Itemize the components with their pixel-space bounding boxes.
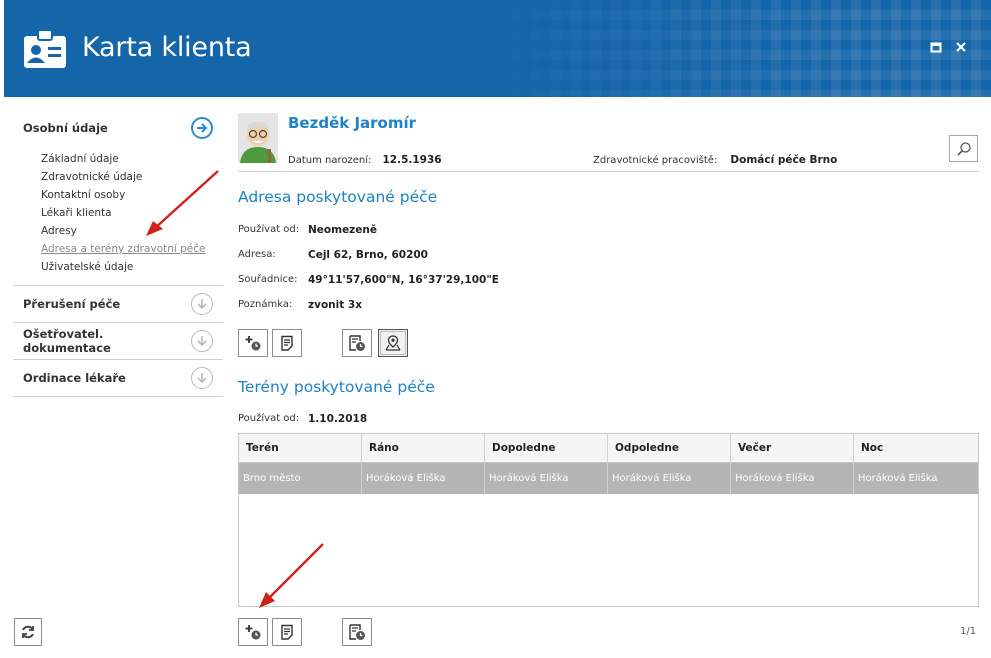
arrow-down-icon[interactable] [191, 330, 213, 352]
workplace-value: Domácí péče Brno [730, 154, 838, 166]
dob-label: Datum narození: [288, 155, 372, 166]
field-value-address: Cejl 62, Brno, 60200 [308, 249, 428, 261]
terrain-valid-from-value: 1.10.2018 [308, 413, 368, 425]
refresh-icon [22, 625, 34, 639]
search-icon [956, 141, 971, 156]
terrain-valid-from-label: Používat od: [238, 413, 300, 424]
document-icon [281, 624, 293, 640]
close-icon[interactable] [954, 41, 968, 55]
table-header: Terén Ráno Dopoledne Odpoledne Večer Noc [239, 434, 978, 463]
section-preruseni-pece: Přerušení péče [13, 286, 223, 323]
field-value-note: zvonit 3x [308, 299, 362, 311]
field-value-coordinates: 49°11'57,600"N, 16°37'29,100"E [308, 274, 499, 286]
section-header-osetrovatel-dokumentace[interactable]: Ošetřovatel. dokumentace [13, 323, 223, 359]
client-avatar [238, 113, 278, 163]
field-label: Používat od: [238, 224, 300, 235]
map-pin-icon [385, 335, 401, 351]
arrow-down-icon[interactable] [191, 293, 213, 315]
table-cell: Horáková Eliška [858, 473, 938, 484]
sidebar-item-uzivatelske-udaje[interactable]: Uživatelské údaje [41, 258, 223, 276]
terrain-history-button[interactable] [342, 618, 372, 646]
section-osobni-udaje: Osobní údaje Základní údaje Zdravotnické… [13, 110, 223, 286]
field-label: Souřadnice: [238, 274, 298, 285]
sidebar-item-zdravotnicke-udaje[interactable]: Zdravotnické údaje [41, 168, 223, 186]
sidebar: Osobní údaje Základní údaje Zdravotnické… [13, 110, 223, 397]
client-name: Bezděk Jaromír [288, 114, 417, 132]
section-items: Základní údaje Zdravotnické údaje Kontak… [13, 146, 223, 285]
table-cell: Horáková Eliška [731, 463, 854, 494]
window-title: Karta klienta [82, 32, 252, 63]
section-label: Ošetřovatel. dokumentace [23, 327, 111, 355]
address-history-button[interactable] [342, 329, 372, 357]
add-address-button[interactable] [238, 329, 268, 357]
field-label: Adresa: [238, 249, 276, 260]
edit-terrain-button[interactable] [272, 618, 302, 646]
section-label: Osobní údaje [23, 121, 108, 135]
section-ordinace-lekare: Ordinace lékaře [13, 360, 223, 397]
sidebar-item-lekari-klienta[interactable]: Lékaři klienta [41, 204, 223, 222]
field-label: Poznámka: [238, 299, 293, 310]
table-cell: Horáková Eliška [362, 463, 485, 494]
section-label: Přerušení péče [23, 297, 121, 311]
add-clock-icon [245, 336, 261, 351]
column-header-vecer[interactable]: Večer [731, 434, 854, 463]
table-cell: Horáková Eliška [608, 463, 731, 494]
history-document-icon [349, 335, 365, 351]
table-cell: Brno město [239, 463, 362, 494]
column-header-teren[interactable]: Terén [239, 434, 362, 463]
show-map-button[interactable] [378, 329, 408, 357]
dob-row: Datum narození: 12.5.1936 [288, 148, 442, 167]
field-value-valid-from: Neomezeně [308, 224, 378, 236]
refresh-button[interactable] [14, 618, 42, 646]
section-label: Ordinace lékaře [23, 371, 126, 385]
pager: 1/1 [960, 626, 977, 637]
address-section-title: Adresa poskytované péče [238, 188, 438, 206]
sidebar-item-adresy[interactable]: Adresy [41, 222, 223, 240]
column-header-dopoledne[interactable]: Dopoledne [485, 434, 608, 463]
add-terrain-button[interactable] [238, 618, 268, 646]
window-header: Karta klienta [4, 0, 991, 97]
section-osetrovatel-dokumentace: Ošetřovatel. dokumentace [13, 323, 223, 360]
history-document-icon [349, 624, 365, 640]
search-button[interactable] [949, 135, 978, 162]
header-divider [238, 171, 979, 172]
workplace-row: Zdravotnické pracoviště: Domácí péče Brn… [593, 148, 837, 167]
maximize-icon[interactable] [929, 41, 943, 55]
document-icon [281, 335, 293, 351]
sidebar-item-adresa-tereny[interactable]: Adresa a terény zdravotní péče [41, 240, 223, 258]
table-row[interactable]: Brno město Horáková Eliška Horáková Eliš… [239, 463, 978, 494]
header-pattern [471, 0, 991, 97]
edit-address-button[interactable] [272, 329, 302, 357]
column-header-odpoledne[interactable]: Odpoledne [608, 434, 731, 463]
arrow-right-icon[interactable] [191, 117, 213, 139]
arrow-down-icon[interactable] [191, 367, 213, 389]
section-header-preruseni-pece[interactable]: Přerušení péče [13, 286, 223, 322]
terrain-table: Terén Ráno Dopoledne Odpoledne Večer Noc… [238, 433, 979, 607]
section-header-ordinace-lekare[interactable]: Ordinace lékaře [13, 360, 223, 396]
add-clock-icon [245, 625, 261, 640]
sidebar-item-zakladni-udaje[interactable]: Základní údaje [41, 150, 223, 168]
workplace-label: Zdravotnické pracoviště: [593, 155, 718, 166]
sidebar-item-kontaktni-osoby[interactable]: Kontaktní osoby [41, 186, 223, 204]
dob-value: 12.5.1936 [382, 154, 442, 166]
table-cell: Horáková Eliška [485, 463, 608, 494]
terrain-section-title: Terény poskytované péče [238, 378, 435, 396]
column-header-rano[interactable]: Ráno [362, 434, 485, 463]
column-header-noc[interactable]: Noc [854, 434, 978, 463]
client-card-icon [24, 29, 66, 68]
section-header-osobni-udaje[interactable]: Osobní údaje [13, 110, 223, 146]
